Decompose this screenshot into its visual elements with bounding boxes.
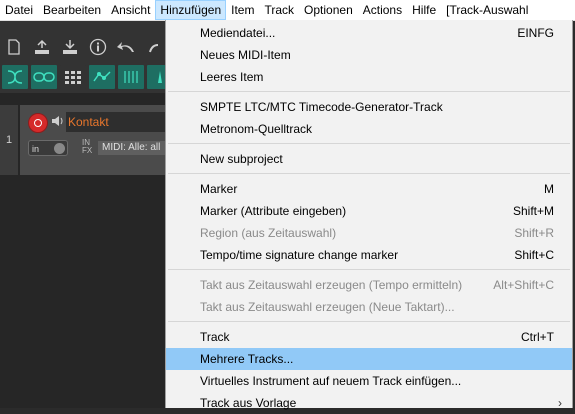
open-project-button[interactable] — [28, 35, 56, 59]
menu-item-region[interactable]: Region (aus Zeitauswahl) Shift+R — [166, 222, 572, 244]
grid-icon — [65, 71, 81, 84]
menu-separator — [168, 269, 570, 270]
track-header: Kontakt in IN FX MIDI: Alle: all — [20, 105, 167, 175]
menu-datei[interactable]: Datei — [0, 0, 38, 20]
menu-item-track-aus-vorlage[interactable]: Track aus Vorlage › — [166, 392, 572, 414]
infx-bottom-label: FX — [82, 146, 93, 155]
menu-item-tempo-marker[interactable]: Tempo/time signature change marker Shift+… — [166, 244, 572, 266]
menu-item-mediendatei[interactable]: Mediendatei... EINFG — [166, 22, 572, 44]
track-name-field[interactable]: Kontakt — [66, 112, 167, 132]
menu-hilfe[interactable]: Hilfe — [407, 0, 441, 20]
hinzufuegen-dropdown: Mediendatei... EINFG Neues MIDI-Item Leer… — [165, 20, 573, 410]
menu-item-track[interactable]: Track Ctrl+T — [166, 326, 572, 348]
project-info-button[interactable] — [84, 35, 112, 59]
record-arm-button[interactable] — [28, 113, 48, 133]
envelope-points-button[interactable] — [89, 65, 115, 89]
menu-item-metronom-quelltrack[interactable]: Metronom-Quelltrack — [166, 118, 572, 140]
menu-optionen[interactable]: Optionen — [299, 0, 358, 20]
track-control-panel[interactable]: 1 Kontakt in IN FX MIDI: Alle: all — [0, 105, 167, 175]
input-monitor-button[interactable]: in — [28, 140, 68, 156]
snap-grid-icon — [124, 71, 138, 83]
menu-item-new-subproject[interactable]: New subproject — [166, 148, 572, 170]
menu-ansicht[interactable]: Ansicht — [106, 0, 155, 20]
menu-separator — [168, 173, 570, 174]
menu-separator — [168, 321, 570, 322]
menu-item[interactable]: Item — [226, 0, 259, 20]
input-fx-button[interactable]: IN FX — [82, 139, 92, 155]
menu-item-virtuelles-instrument[interactable]: Virtuelles Instrument auf neuem Track ei… — [166, 370, 572, 392]
menu-item-marker[interactable]: Marker M — [166, 178, 572, 200]
menu-separator — [168, 143, 570, 144]
new-project-button[interactable] — [0, 35, 28, 59]
track-area: 1 Kontakt in IN FX MIDI: Alle: all — [0, 93, 167, 408]
upload-icon — [35, 39, 49, 54]
speaker-icon[interactable] — [50, 114, 64, 128]
grouping-button[interactable] — [31, 65, 57, 89]
menu-hinzufuegen[interactable]: Hinzufügen — [155, 0, 227, 20]
track-number: 1 — [0, 105, 18, 175]
menu-track-auswahl[interactable]: [Track-Auswahl — [441, 0, 533, 20]
menu-item-mehrere-tracks[interactable]: Mehrere Tracks... — [166, 348, 572, 370]
menu-item-takt-tempo[interactable]: Takt aus Zeitauswahl erzeugen (Tempo erm… — [166, 274, 572, 296]
undo-button[interactable] — [112, 35, 140, 59]
redo-icon — [149, 44, 159, 53]
menu-track[interactable]: Track — [259, 0, 299, 20]
link-icon — [33, 72, 55, 82]
dropdown-icon — [54, 143, 65, 154]
ripple-edit-button[interactable] — [2, 65, 28, 89]
main-toolbar — [0, 21, 173, 93]
metronome-icon — [158, 71, 162, 83]
snap-button[interactable] — [118, 65, 144, 89]
undo-icon — [117, 42, 134, 52]
midi-input-selector[interactable]: MIDI: Alle: all — [98, 141, 165, 155]
crossfade-icon — [7, 70, 23, 84]
menu-item-takt-taktart[interactable]: Takt aus Zeitauswahl erzeugen (Neue Takt… — [166, 296, 572, 318]
menu-bearbeiten[interactable]: Bearbeiten — [38, 0, 106, 20]
menu-item-smpte-track[interactable]: SMPTE LTC/MTC Timecode-Generator-Track — [166, 96, 572, 118]
envelope-icon — [93, 71, 111, 82]
menu-bar: Datei Bearbeiten Ansicht Hinzufügen Item… — [0, 0, 575, 21]
menu-separator — [168, 91, 570, 92]
redo-button[interactable] — [140, 35, 168, 59]
input-label: in — [32, 144, 40, 154]
menu-item-marker-attribute[interactable]: Marker (Attribute eingeben) Shift+M — [166, 200, 572, 222]
info-icon — [89, 38, 107, 56]
menu-actions[interactable]: Actions — [358, 0, 407, 20]
grid-button[interactable] — [60, 65, 86, 89]
save-project-button[interactable] — [56, 35, 84, 59]
download-icon — [63, 40, 77, 54]
submenu-arrow-icon: › — [558, 396, 562, 410]
menu-item-neues-midi-item[interactable]: Neues MIDI-Item — [166, 44, 572, 66]
new-file-icon — [8, 39, 20, 55]
menu-item-leeres-item[interactable]: Leeres Item — [166, 66, 572, 88]
